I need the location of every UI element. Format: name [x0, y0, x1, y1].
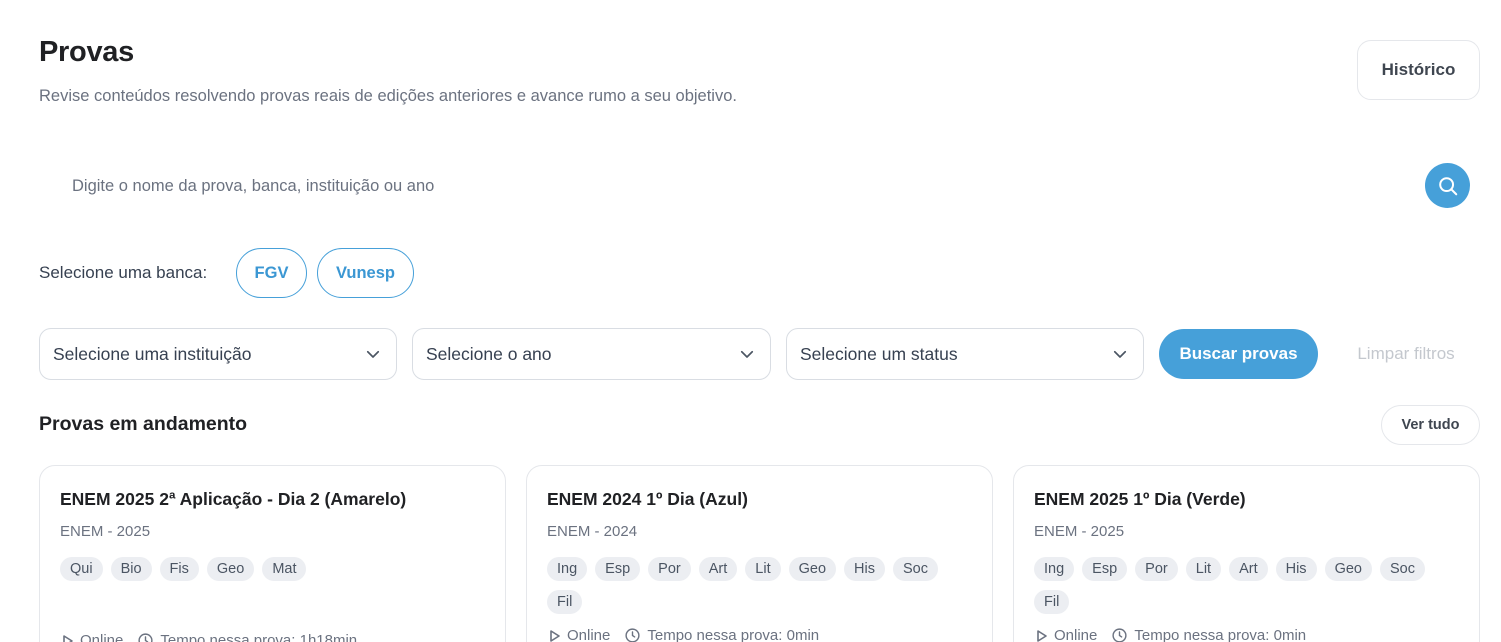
instituicao-select[interactable]: Selecione uma instituição: [39, 328, 397, 380]
subject-tag: Geo: [1324, 557, 1372, 581]
subject-tag: Art: [1229, 557, 1268, 581]
play-icon: [62, 634, 74, 642]
ano-select-value: Selecione o ano: [426, 343, 552, 364]
chevron-down-icon: [740, 350, 754, 358]
section-title: Provas em andamento: [39, 413, 248, 435]
exam-card-subtitle: ENEM - 2025: [60, 523, 151, 540]
exam-card-meta: Online Tempo nessa prova: 1h18min: [62, 632, 357, 642]
subject-tag: Geo: [206, 557, 255, 581]
exam-card[interactable]: ENEM 2025 2ª Aplicação - Dia 2 (Amarelo)…: [39, 465, 506, 642]
subject-tag: Ing: [1034, 557, 1075, 581]
status-select[interactable]: Selecione um status: [786, 328, 1144, 380]
exam-mode: Online: [1054, 627, 1098, 642]
search-input[interactable]: [39, 163, 1419, 209]
exam-card-subtitle: ENEM - 2025: [1034, 523, 1125, 540]
subject-tag: Lit: [1185, 557, 1222, 581]
subject-tag: Ing: [547, 557, 588, 581]
subject-tags: Qui Bio Fis Geo Mat: [60, 557, 490, 581]
buscar-provas-button[interactable]: Buscar provas: [1159, 329, 1318, 379]
subject-tags: Ing Esp Por Lit Art His Geo Soc Fil: [1034, 557, 1464, 614]
exam-card-meta: Online Tempo nessa prova: 0min: [1036, 627, 1306, 642]
exam-card-meta: Online Tempo nessa prova: 0min: [549, 627, 819, 642]
subject-tag: Fis: [159, 557, 199, 581]
subject-tag: Art: [698, 557, 738, 581]
ano-select[interactable]: Selecione o ano: [412, 328, 771, 380]
clock-icon: [1111, 627, 1128, 642]
subject-tag: Geo: [788, 557, 837, 581]
page-subtitle: Revise conteúdos resolvendo provas reais…: [39, 87, 737, 105]
banca-label: Selecione uma banca:: [39, 263, 208, 282]
exam-card-subtitle: ENEM - 2024: [547, 523, 638, 540]
banca-chip-vunesp[interactable]: Vunesp: [317, 248, 414, 298]
instituicao-select-value: Selecione uma instituição: [53, 343, 252, 364]
status-select-value: Selecione um status: [800, 343, 958, 364]
history-button[interactable]: Histórico: [1357, 40, 1480, 100]
exam-mode: Online: [567, 627, 611, 642]
exam-card-title: ENEM 2025 2ª Aplicação - Dia 2 (Amarelo): [60, 489, 407, 509]
exam-card[interactable]: ENEM 2025 1º Dia (Verde) ENEM - 2025 Ing…: [1013, 465, 1480, 642]
search-icon: [1438, 176, 1457, 195]
subject-tag: His: [1275, 557, 1317, 581]
banca-chip-fgv[interactable]: FGV: [236, 248, 307, 298]
play-icon: [1036, 629, 1048, 642]
subject-tag: Qui: [60, 557, 103, 581]
play-icon: [549, 629, 561, 642]
page-title: Provas: [39, 36, 134, 68]
subject-tag: Fil: [547, 590, 583, 614]
exam-mode: Online: [80, 632, 124, 642]
exam-card-title: ENEM 2025 1º Dia (Verde): [1034, 489, 1246, 509]
limpar-filtros-button[interactable]: Limpar filtros: [1340, 329, 1472, 379]
chevron-down-icon: [366, 350, 380, 358]
subject-tag: Lit: [745, 557, 781, 581]
subject-tag: His: [844, 557, 885, 581]
subject-tag: Fil: [1034, 590, 1070, 614]
chevron-down-icon: [1113, 350, 1127, 358]
subject-tags: Ing Esp Por Art Lit Geo His Soc Fil: [547, 557, 977, 614]
subject-tag: Por: [1135, 557, 1178, 581]
subject-tag: Por: [648, 557, 691, 581]
subject-tag: Esp: [595, 557, 641, 581]
ver-tudo-button[interactable]: Ver tudo: [1381, 405, 1480, 445]
exam-time: Tempo nessa prova: 0min: [1134, 627, 1307, 642]
search-button[interactable]: [1425, 163, 1470, 208]
subject-tag: Mat: [262, 557, 307, 581]
subject-tag: Esp: [1082, 557, 1128, 581]
clock-icon: [624, 627, 641, 642]
clock-icon: [137, 632, 154, 642]
exam-time: Tempo nessa prova: 0min: [647, 627, 820, 642]
exam-card-title: ENEM 2024 1º Dia (Azul): [547, 489, 748, 509]
subject-tag: Soc: [1379, 557, 1425, 581]
subject-tag: Bio: [110, 557, 152, 581]
exam-time: Tempo nessa prova: 1h18min: [160, 632, 358, 642]
exam-card[interactable]: ENEM 2024 1º Dia (Azul) ENEM - 2024 Ing …: [526, 465, 993, 642]
subject-tag: Soc: [892, 557, 938, 581]
